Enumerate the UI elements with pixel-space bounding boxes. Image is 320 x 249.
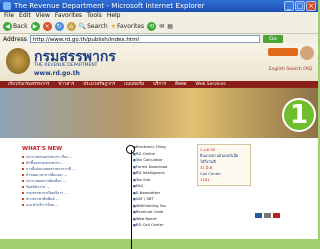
nav-item[interactable]: แบบฟอร์ม [124,81,144,88]
nav-item[interactable]: ติดต่อ [175,81,186,88]
revenue-seal-logo[interactable] [6,48,30,74]
print-button[interactable]: ▤ [167,23,173,30]
hero-banner [0,88,318,138]
forward-arrow-icon: ▶ [30,22,40,31]
home-icon: ⌂ [66,22,76,31]
header-badge[interactable] [268,48,298,56]
print-icon: ▤ [167,23,173,30]
toolbar: ◀ Back ▶ × ↻ ⌂ 🔍 Search ★ Favorites ⟲ ✉ [0,20,318,34]
back-label: Back [13,23,28,30]
service-link[interactable]: RD Call Center [133,222,193,229]
nav-item[interactable]: ข่าวสาร [58,81,74,88]
menu-view[interactable]: View [36,12,50,20]
refresh-button[interactable]: ↻ [54,22,64,31]
language-links[interactable]: English Search FAQ [269,67,312,72]
portrait-icon [300,46,314,60]
ie-icon [3,2,11,10]
refresh-icon: ↻ [54,22,64,31]
stop-icon: × [42,22,52,31]
news-item[interactable]: แนะนำบริการใหม่ ... [22,202,122,208]
mail-button[interactable]: ✉ [159,23,164,30]
step-number-badge: 1 [282,98,316,132]
mail-share-icon[interactable] [255,213,262,218]
site-nav: เกี่ยวกับกรมสรรพากร ข่าวสาร ประมวลรัษฎาก… [0,81,318,88]
back-button[interactable]: ◀ Back [3,22,28,31]
maximize-icon[interactable]: □ [295,1,305,11]
site-logo-english: THE REVENUE DEPARTMENT [34,63,98,68]
rss-icon[interactable] [273,213,280,218]
menu-tools[interactable]: Tools [87,12,102,20]
minimize-icon[interactable]: _ [284,1,294,11]
web-page: กรมสรรพากร THE REVENUE DEPARTMENT www.rd… [0,43,318,239]
title-bar: The Revenue Department - Microsoft Inter… [0,0,318,12]
menu-edit[interactable]: Edit [19,12,31,20]
menu-bar: File Edit View Favorites Tools Help [0,12,318,20]
status-bar [0,239,318,249]
whats-new-section: WHAT'S NEW ประกาศกรมสรรพากร เรื่อง ... ค… [22,146,122,208]
services-section: Electronic Filing RD Online Tax Calculat… [133,144,193,229]
search-icon: 🔍 [78,23,87,30]
menu-file[interactable]: File [4,12,14,20]
close-icon[interactable]: × [306,1,316,11]
nav-item[interactable]: ประมวลรัษฎากร [83,81,115,88]
favorites-button[interactable]: ★ Favorites [111,23,145,30]
announcement-box[interactable]: ภ.ง.ด.90 ยื่นแบบผ่านอินเทอร์เน็ต ได้ถึงว… [197,144,251,186]
browser-window: The Revenue Department - Microsoft Inter… [0,0,318,249]
callout-pointer-line [131,150,132,249]
search-button[interactable]: 🔍 Search [79,23,108,30]
address-label: Address [3,35,27,43]
window-controls: _ □ × [284,1,316,11]
history-icon: ⟲ [147,22,157,31]
nav-item[interactable]: Web Services [196,81,226,88]
back-arrow-icon: ◀ [3,22,12,31]
mail-icon: ✉ [159,23,165,30]
share-icons [255,213,280,218]
news-list: ประกาศกรมสรรพากร เรื่อง ... คำชี้แจงกรมส… [22,154,122,208]
nav-item[interactable]: เกี่ยวกับกรมสรรพากร [8,81,49,88]
site-url: www.rd.go.th [34,70,80,77]
forward-button[interactable]: ▶ [30,22,40,31]
star-icon: ★ [110,23,117,30]
nav-item[interactable]: บริการ [153,81,166,88]
announcement-line: 1161 [200,177,210,182]
stop-button[interactable]: × [42,22,52,31]
menu-help[interactable]: Help [107,12,121,20]
history-button[interactable]: ⟲ [147,22,157,31]
favorites-label: Favorites [117,23,145,30]
print-share-icon[interactable] [264,213,271,218]
content-area: WHAT'S NEW ประกาศกรมสรรพากร เรื่อง ... ค… [0,138,318,239]
window-title: The Revenue Department - Microsoft Inter… [14,2,205,10]
announcement-section: ภ.ง.ด.90 ยื่นแบบผ่านอินเทอร์เน็ต ได้ถึงว… [197,144,251,186]
menu-favorites[interactable]: Favorites [55,12,82,20]
whats-new-heading: WHAT'S NEW [22,146,63,152]
home-button[interactable]: ⌂ [66,22,76,31]
address-input[interactable]: http://www.rd.go.th/publish/index.html [29,35,260,43]
go-button[interactable]: Go [262,35,283,43]
services-list: Electronic Filing RD Online Tax Calculat… [133,144,193,229]
site-header: กรมสรรพากร THE REVENUE DEPARTMENT www.rd… [0,43,318,81]
search-label: Search [87,23,108,30]
